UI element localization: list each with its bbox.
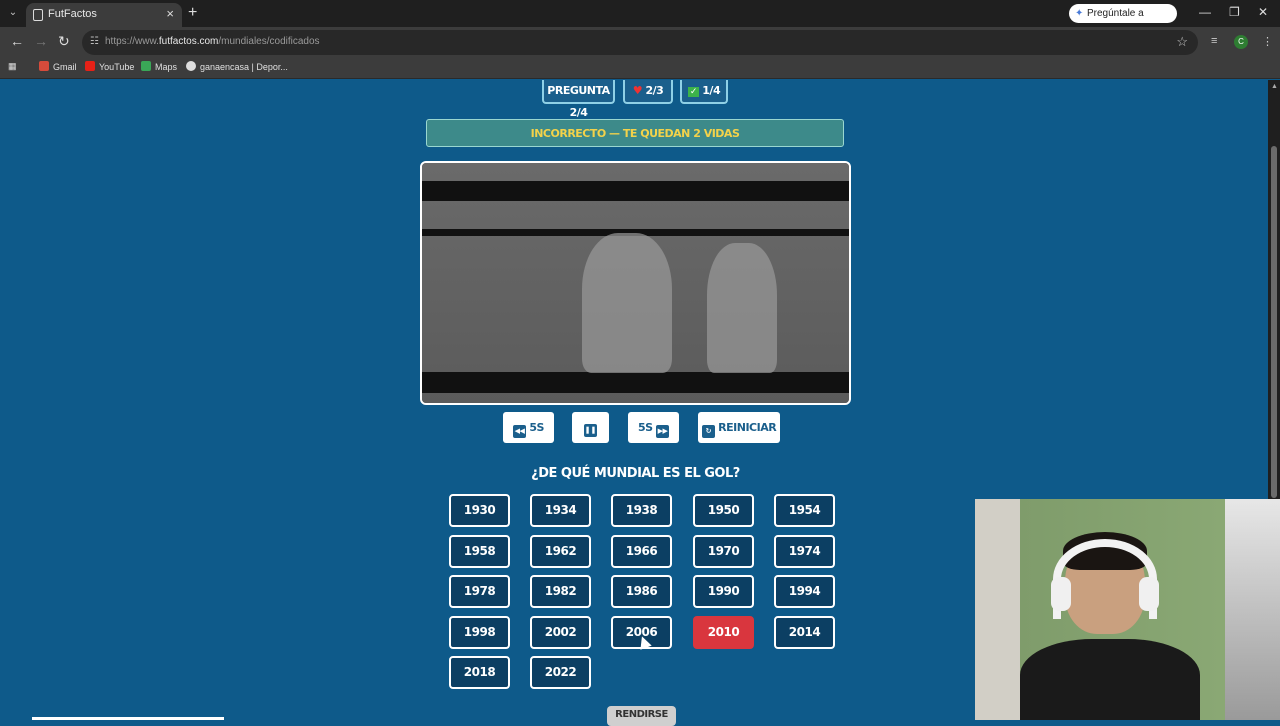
- check-icon: ✓: [687, 87, 699, 97]
- ask-gemini-button[interactable]: ✦ Pregúntale a Gemini: [1069, 4, 1177, 38]
- bookmark-ganaencasa[interactable]: ganaencasa | Depor...: [186, 61, 288, 72]
- forward-arrow-icon[interactable]: →: [34, 33, 48, 49]
- year-button-1998[interactable]: 1998: [449, 616, 510, 649]
- year-button-1954[interactable]: 1954: [774, 494, 835, 527]
- video-glitch-band: [422, 372, 849, 393]
- year-button-1974[interactable]: 1974: [774, 535, 835, 568]
- year-button-1934[interactable]: 1934: [530, 494, 591, 527]
- fast-forward-icon: ▶▶: [655, 425, 669, 438]
- year-button-1950[interactable]: 1950: [693, 494, 754, 527]
- restore-icon[interactable]: ❐: [1229, 5, 1240, 19]
- lives-counter: ♥ 2/3: [623, 80, 673, 104]
- bookmarks-bar: ▦ Gmail YouTube Maps ganaencasa | Depor.…: [0, 57, 1280, 79]
- webcam-overlay: [975, 499, 1280, 720]
- video-player-figure: [582, 233, 672, 373]
- forward-5s-button[interactable]: 5S ▶▶: [628, 412, 679, 443]
- reload-icon[interactable]: ↻: [58, 33, 70, 50]
- back-arrow-icon[interactable]: ←: [10, 33, 24, 49]
- apps-grid-icon[interactable]: ▦: [8, 61, 17, 72]
- maps-icon: [141, 61, 151, 71]
- bookmark-gmail[interactable]: Gmail: [39, 61, 77, 72]
- gmail-icon: [39, 61, 49, 71]
- gemini-sparkle-icon: ✦: [1075, 8, 1084, 19]
- year-button-1970[interactable]: 1970: [693, 535, 754, 568]
- youtube-icon: [85, 61, 95, 71]
- tab-search-icon[interactable]: ⌄: [6, 6, 20, 20]
- year-button-1994[interactable]: 1994: [774, 575, 835, 608]
- browser-toolbar: ← → ↻ ☷ https://www.futfactos.com/mundia…: [0, 27, 1280, 57]
- tab-strip: ⌄ FutFactos × + ✦ Pregúntale a Gemini — …: [0, 0, 1280, 38]
- more-menu-icon[interactable]: ⋮: [1262, 35, 1273, 48]
- year-button-1982[interactable]: 1982: [530, 575, 591, 608]
- year-button-1938[interactable]: 1938: [611, 494, 672, 527]
- new-tab-plus-icon[interactable]: +: [188, 4, 197, 22]
- year-button-1986[interactable]: 1986: [611, 575, 672, 608]
- streamer-body: [1020, 639, 1200, 720]
- year-button-2002[interactable]: 2002: [530, 616, 591, 649]
- rewind-5s-button[interactable]: ◀◀ 5S: [503, 412, 554, 443]
- site-info-icon[interactable]: ☷: [90, 36, 99, 47]
- give-up-button[interactable]: RENDIRSE: [607, 706, 676, 726]
- pause-button[interactable]: ❚❚: [572, 412, 609, 443]
- headphone-ear-left: [1051, 577, 1071, 611]
- bookmark-youtube[interactable]: YouTube: [85, 61, 134, 72]
- restart-icon: ↻: [701, 425, 715, 438]
- video-player-figure: [707, 243, 777, 373]
- year-button-1930[interactable]: 1930: [449, 494, 510, 527]
- heart-icon: ♥: [632, 84, 643, 97]
- rewind-icon: ◀◀: [513, 425, 527, 438]
- restart-button[interactable]: ↻ REINICIAR: [698, 412, 780, 443]
- scroll-thumb[interactable]: [1271, 146, 1277, 498]
- url-text[interactable]: https://www.futfactos.com/mundiales/codi…: [105, 36, 320, 47]
- globe-icon: [186, 61, 196, 71]
- bookmark-star-icon[interactable]: ☆: [1176, 34, 1188, 50]
- year-button-1958[interactable]: 1958: [449, 535, 510, 568]
- bookmark-maps[interactable]: Maps: [141, 61, 177, 72]
- webcam-background-room: [1225, 499, 1280, 720]
- minimize-icon[interactable]: —: [1199, 5, 1211, 19]
- question-counter: PREGUNTA 2/4: [542, 80, 615, 119]
- year-button-2018[interactable]: 2018: [449, 656, 510, 689]
- window-close-icon[interactable]: ✕: [1258, 5, 1268, 19]
- video-player[interactable]: [420, 161, 851, 405]
- question-text: ¿DE QUÉ MUNDIAL ES EL GOL?: [531, 466, 740, 481]
- feedback-banner: INCORRECTO — TE QUEDAN 2 VIDAS: [426, 119, 844, 147]
- pause-icon: ❚❚: [584, 424, 597, 437]
- year-button-2010[interactable]: 2010: [693, 616, 754, 649]
- year-button-2014[interactable]: 2014: [774, 616, 835, 649]
- media-control-icon[interactable]: ≡: [1211, 35, 1217, 47]
- year-button-1990[interactable]: 1990: [693, 575, 754, 608]
- scroll-up-icon[interactable]: ▲: [1271, 83, 1278, 90]
- year-button-1966[interactable]: 1966: [611, 535, 672, 568]
- tab-futfactos[interactable]: FutFactos ×: [26, 3, 182, 27]
- profile-avatar[interactable]: C: [1234, 35, 1248, 49]
- address-bar[interactable]: ☷ https://www.futfactos.com/mundiales/co…: [82, 30, 1198, 55]
- tab-title: FutFactos: [48, 8, 97, 20]
- close-icon[interactable]: ×: [166, 6, 174, 21]
- year-button-2022[interactable]: 2022: [530, 656, 591, 689]
- correct-counter: ✓ 1/4: [680, 80, 728, 104]
- page-favicon-icon: [33, 9, 43, 21]
- year-button-1978[interactable]: 1978: [449, 575, 510, 608]
- headphone-ear-right: [1139, 577, 1159, 611]
- year-button-1962[interactable]: 1962: [530, 535, 591, 568]
- video-glitch-band: [422, 181, 849, 201]
